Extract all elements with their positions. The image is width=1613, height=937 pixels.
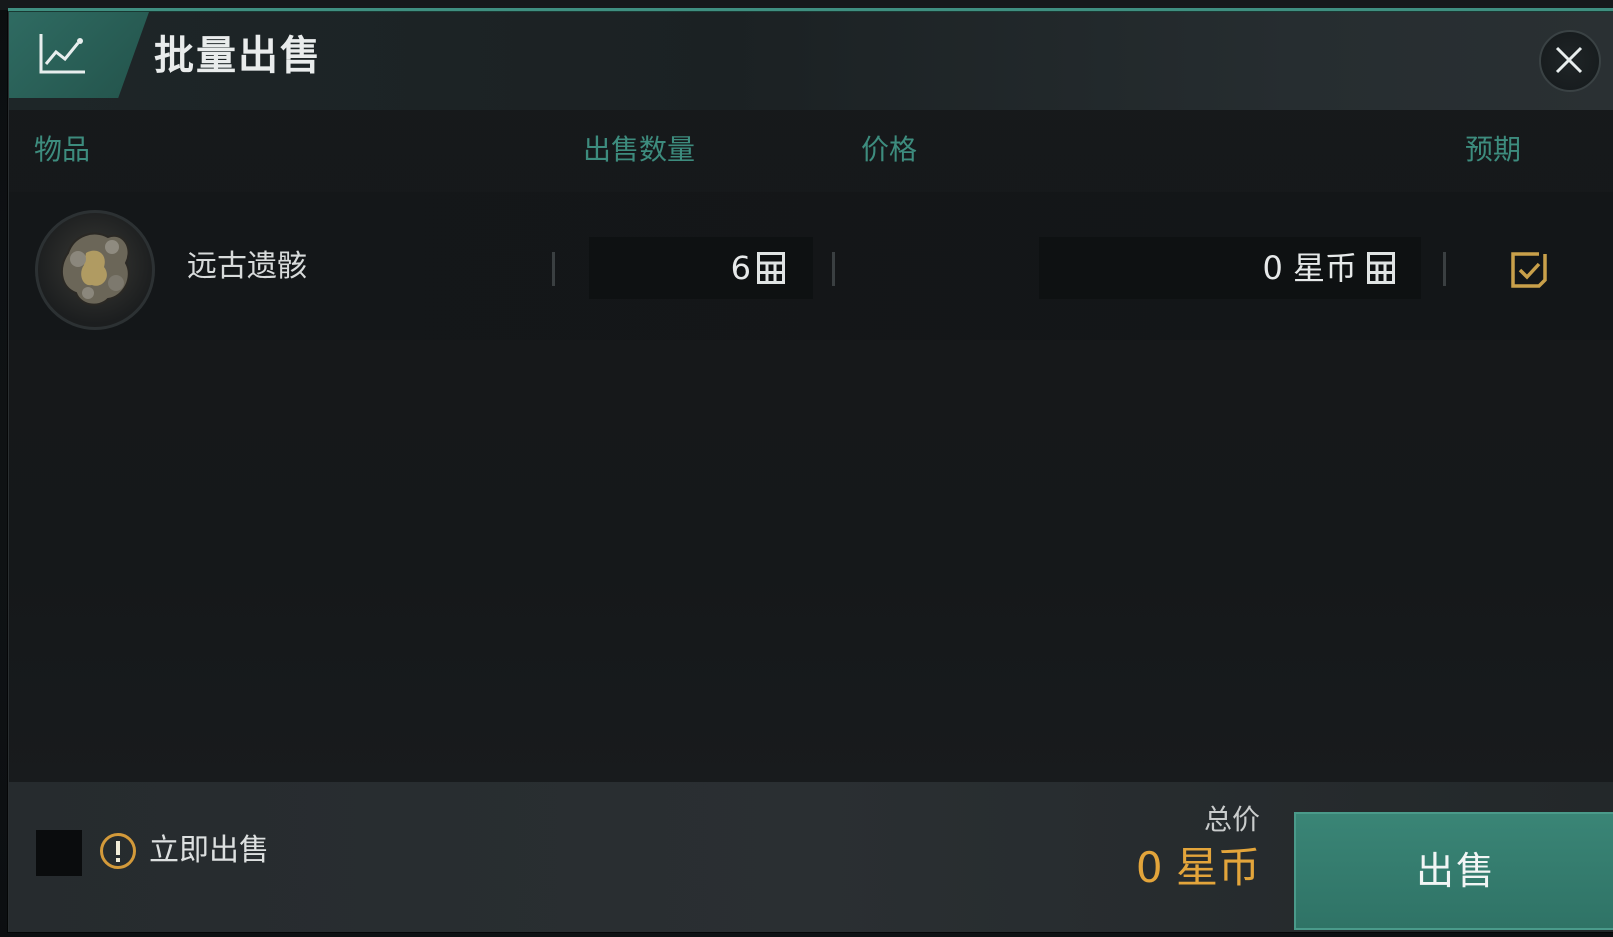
column-header-expected: 预期 [1465, 133, 1522, 166]
chart-trend-icon [39, 34, 85, 74]
column-divider [552, 252, 555, 286]
price-value: 0 星币 [1262, 249, 1357, 287]
column-header-item: 物品 [34, 133, 91, 166]
item-thumbnail [35, 210, 155, 330]
quantity-value: 6 [730, 249, 751, 287]
batch-sell-dialog: 批量出售 物品 出售数量 价格 预期 远古遗骸 6 0 星币 立即出售 总价 0… [8, 12, 1613, 932]
dialog-footer: 立即出售 总价 0 星币 出售 [9, 782, 1613, 932]
dialog-title: 批量出售 [154, 33, 322, 79]
column-header-price: 价格 [861, 133, 918, 166]
quantity-input[interactable]: 6 [589, 237, 813, 299]
column-divider [1443, 252, 1446, 286]
table-row: 远古遗骸 6 0 星币 [9, 192, 1613, 340]
warning-icon[interactable] [99, 832, 137, 870]
total-price-value: 0 星币 [1135, 843, 1260, 892]
close-button[interactable] [1539, 30, 1601, 92]
dialog-header: 批量出售 [9, 12, 1613, 110]
column-header-quantity: 出售数量 [583, 133, 696, 166]
calculator-icon[interactable] [1367, 252, 1395, 284]
sell-button[interactable]: 出售 [1294, 812, 1613, 930]
total-price-label: 总价 [1203, 803, 1260, 836]
calculator-icon[interactable] [757, 252, 785, 284]
relic-icon [60, 232, 130, 306]
header-icon-plate [9, 12, 149, 98]
instant-sell-label: 立即出售 [149, 833, 269, 868]
item-name: 远古遗骸 [187, 249, 307, 284]
instant-sell-checkbox[interactable] [36, 830, 82, 876]
price-input[interactable]: 0 星币 [1039, 237, 1421, 299]
column-divider [832, 252, 835, 286]
checkbox-checked-icon[interactable] [1509, 250, 1549, 290]
close-icon [1555, 46, 1583, 74]
sell-button-label: 出售 [1415, 849, 1496, 893]
